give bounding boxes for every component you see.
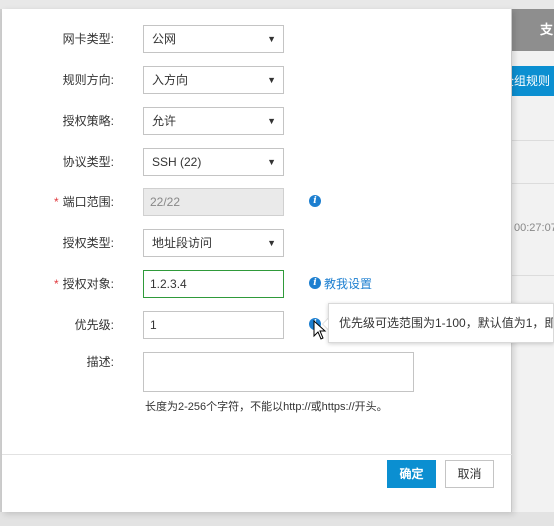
description-label: 描述:	[86, 355, 114, 369]
nic-type-row: 网卡类型: 公网 ▼	[2, 25, 512, 53]
direction-select[interactable]: 入方向 ▼	[143, 66, 284, 94]
background-tab[interactable]: 全组规则	[512, 66, 554, 96]
background-top-strip	[0, 0, 554, 9]
protocol-value: SSH (22)	[152, 155, 202, 169]
info-icon[interactable]: i	[309, 195, 321, 207]
policy-value: 允许	[152, 114, 177, 128]
caret-down-icon: ▼	[267, 238, 276, 248]
policy-row: 授权策略: 允许 ▼	[2, 107, 512, 135]
protocol-label: 协议类型:	[62, 155, 114, 169]
add-security-rule-dialog: 网卡类型: 公网 ▼ 规则方向: 入方向 ▼ 授权策略: 允许 ▼ 协议类型: …	[2, 9, 512, 512]
description-row: 描述:	[2, 352, 512, 392]
port-range-label: * 端口范围:	[2, 188, 114, 216]
policy-select[interactable]: 允许 ▼	[143, 107, 284, 135]
caret-down-icon: ▼	[267, 75, 276, 85]
priority-input[interactable]: 1	[143, 311, 284, 339]
background-tab-text: 全组规则	[512, 74, 551, 88]
nic-type-select[interactable]: 公网 ▼	[143, 25, 284, 53]
background-bottom-strip	[0, 512, 554, 526]
required-mark: *	[53, 277, 59, 291]
auth-object-label-text: 授权对象:	[62, 277, 114, 291]
background-row-divider	[512, 140, 554, 141]
direction-value: 入方向	[152, 73, 189, 87]
background-row-divider	[512, 183, 554, 184]
background-table-header: 支	[512, 9, 554, 51]
background-timestamp: 00:27:07	[514, 222, 554, 234]
description-textarea[interactable]	[143, 352, 414, 392]
help-link[interactable]: 教我设置	[324, 270, 372, 298]
direction-row: 规则方向: 入方向 ▼	[2, 66, 512, 94]
port-range-input: 22/22	[143, 188, 284, 216]
required-mark: *	[53, 195, 59, 209]
auth-type-label: 授权类型:	[62, 236, 114, 250]
caret-down-icon: ▼	[267, 34, 276, 44]
nic-type-label: 网卡类型:	[62, 32, 114, 46]
background-row-divider	[512, 275, 554, 276]
info-icon[interactable]: i	[309, 277, 321, 289]
policy-label: 授权策略:	[62, 114, 114, 128]
auth-type-value: 地址段访问	[152, 236, 213, 250]
mouse-pointer-icon	[313, 320, 327, 340]
caret-down-icon: ▼	[267, 157, 276, 167]
cancel-button[interactable]: 取消	[445, 460, 494, 488]
nic-type-value: 公网	[152, 32, 177, 46]
caret-down-icon: ▼	[267, 116, 276, 126]
confirm-button[interactable]: 确定	[387, 460, 436, 488]
priority-tooltip: 优先级可选范围为1-100，默认值为1，即最高优	[328, 303, 554, 343]
auth-object-row: * 授权对象: 1.2.3.4 i 教我设置	[2, 270, 512, 298]
protocol-row: 协议类型: SSH (22) ▼	[2, 148, 512, 176]
auth-object-label: * 授权对象:	[2, 270, 114, 298]
background-header-text: 支	[540, 22, 554, 37]
protocol-select[interactable]: SSH (22) ▼	[143, 148, 284, 176]
direction-label: 规则方向:	[62, 73, 114, 87]
port-range-row: * 端口范围: 22/22 i	[2, 188, 512, 216]
port-range-label-text: 端口范围:	[62, 195, 114, 209]
auth-type-select[interactable]: 地址段访问 ▼	[143, 229, 284, 257]
priority-label: 优先级:	[74, 318, 114, 332]
auth-type-row: 授权类型: 地址段访问 ▼	[2, 229, 512, 257]
description-hint: 长度为2-256个字符，不能以http://或https://开头。	[145, 401, 388, 413]
footer-divider	[2, 454, 512, 455]
auth-object-input[interactable]: 1.2.3.4	[143, 270, 284, 298]
